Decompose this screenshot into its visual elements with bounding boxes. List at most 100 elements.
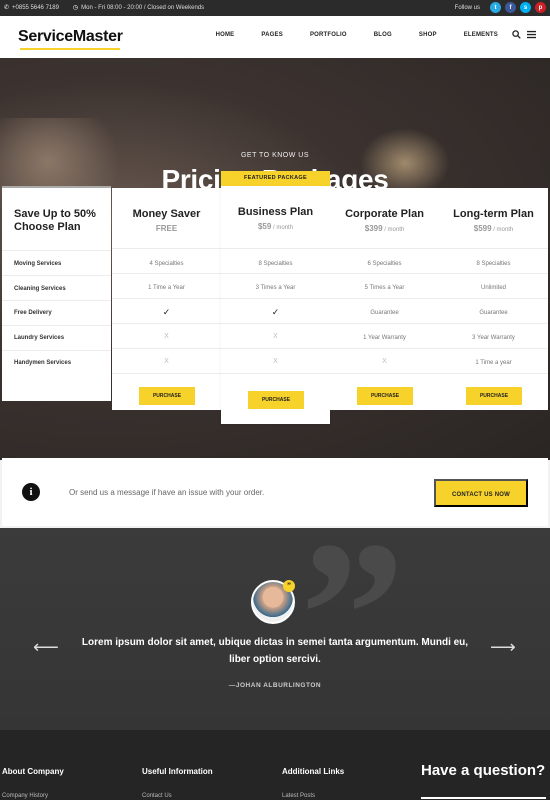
search-icon[interactable] (512, 30, 521, 41)
plan-cell: Guarantee (370, 310, 399, 316)
site-logo[interactable]: ServiceMaster (18, 28, 123, 46)
plan-column-business: Business Plan $59 / month 8 Specialties … (221, 186, 330, 424)
cross-icon: X (273, 333, 278, 340)
pricing-features-column: Save Up to 50% Choose Plan Moving Servic… (2, 186, 111, 401)
footer-link[interactable]: Contact Us (142, 793, 172, 799)
row-divider (2, 275, 111, 276)
footer-question-heading: Have a question? (421, 762, 546, 779)
price-value: $599 (473, 224, 492, 233)
plan-cell: 8 Specialties (476, 261, 511, 267)
plan-cell: 4 Specialties (149, 261, 184, 267)
facebook-icon[interactable]: f (505, 2, 516, 13)
testimonial-author: —JOHAN ALBURLINGTON (228, 682, 322, 689)
row-divider (221, 323, 330, 324)
plan-cell: 1 Time a year (475, 360, 512, 366)
plan-price: FREE (112, 224, 221, 233)
row-divider (112, 273, 221, 274)
price-value: $59 (257, 222, 272, 231)
plan-price: $599 / month (439, 224, 548, 233)
feature-label: Handymen Services (14, 360, 72, 366)
plan-cell: 3 Year Warranty (472, 335, 515, 341)
row-divider (330, 273, 439, 274)
clock-icon: ◷ (72, 5, 79, 11)
row-divider (112, 323, 221, 324)
feature-label: Laundry Services (14, 335, 65, 341)
footer-link[interactable]: Latest Posts (282, 793, 315, 799)
footer-link[interactable]: Company History (2, 793, 48, 799)
menu-item-pages[interactable]: PAGES (261, 32, 283, 38)
row-divider (221, 273, 330, 274)
row-divider (221, 373, 330, 374)
testimonial-section: ” ” ⟵ Lorem ipsum dolor sit amet, ubique… (0, 510, 550, 730)
menu-icon[interactable] (527, 30, 536, 41)
row-divider (112, 298, 221, 299)
row-divider (330, 373, 439, 374)
cross-icon: X (382, 358, 387, 365)
contact-message: Or send us a message if have an issue wi… (69, 488, 265, 497)
plan-cell: 1 Year Warranty (363, 335, 406, 341)
cross-icon: X (164, 358, 169, 365)
cross-icon: X (164, 333, 169, 340)
menu-item-home[interactable]: HOME (216, 32, 235, 38)
hours-text: Mon - Fri 08:00 - 20:00 / Closed on Week… (81, 4, 205, 11)
price-period: / month (491, 227, 514, 233)
purchase-button[interactable]: PURCHASE (466, 387, 522, 405)
row-divider (439, 348, 548, 349)
row-divider (439, 323, 548, 324)
plan-column-money-saver: Money Saver FREE 4 Specialties 1 Time a … (112, 188, 221, 410)
plan-cell: Guarantee (479, 310, 508, 316)
row-divider (2, 350, 111, 351)
plan-column-corporate: Corporate Plan $399 / month 6 Specialtie… (330, 188, 439, 410)
main-menu: HOME PAGES PORTFOLIO BLOG SHOP ELEMENTS (189, 32, 498, 38)
purchase-button[interactable]: PURCHASE (139, 387, 195, 405)
pinterest-icon[interactable]: p (535, 2, 546, 13)
phone-info: ✆ +0855 5646 7189 (4, 4, 59, 12)
plan-column-long-term: Long-term Plan $599 / month 8 Specialtie… (439, 188, 548, 410)
menu-item-shop[interactable]: SHOP (419, 32, 437, 38)
top-bar: ✆ +0855 5646 7189 ◷ Mon - Fri 08:00 - 20… (0, 0, 550, 16)
menu-item-blog[interactable]: BLOG (374, 32, 392, 38)
price-period: / month (271, 225, 294, 231)
plan-cell: 3 Times a Year (255, 285, 296, 291)
arrow-left-icon[interactable]: ⟵ (33, 638, 59, 656)
price-period: / month (382, 227, 405, 233)
menu-item-elements[interactable]: ELEMENTS (464, 32, 498, 38)
row-divider (2, 325, 111, 326)
twitter-icon[interactable]: t (490, 2, 501, 13)
phone-icon: ✆ (4, 5, 10, 11)
featured-package-badge: FEATURED PACKAGE (221, 171, 330, 185)
main-navigation: ServiceMaster HOME PAGES PORTFOLIO BLOG … (0, 16, 550, 58)
plan-cell: 6 Specialties (367, 261, 402, 267)
row-divider (2, 300, 111, 301)
plan-name: Corporate Plan (345, 208, 424, 220)
hours-info: ◷ Mon - Fri 08:00 - 20:00 / Closed on We… (72, 4, 205, 12)
skype-icon[interactable]: s (520, 2, 531, 13)
feature-label: Free Delivery (14, 310, 52, 316)
plan-price: $399 / month (330, 224, 439, 233)
row-divider (330, 248, 439, 249)
contact-us-button[interactable]: CONTACT US NOW (434, 479, 528, 507)
row-divider (2, 250, 111, 251)
price-value: $399 (364, 224, 383, 233)
info-icon: i (22, 483, 40, 501)
plan-name: Long-term Plan (453, 208, 534, 220)
row-divider (112, 348, 221, 349)
plan-name: Money Saver (132, 208, 201, 220)
purchase-button[interactable]: PURCHASE (248, 391, 304, 409)
feature-label: Cleaning Services (14, 286, 66, 292)
plan-name: Business Plan (237, 206, 314, 218)
footer-question-underline (421, 797, 546, 799)
plan-cell: Unlimited (480, 285, 506, 291)
row-divider (330, 323, 439, 324)
footer-heading: Additional Links (282, 767, 345, 776)
check-icon: ✓ (271, 307, 280, 317)
plan-cell: 1 Time a Year (148, 285, 185, 291)
cross-icon: X (273, 358, 278, 365)
testimonial-quote: Lorem ipsum dolor sit amet, ubique dicta… (81, 637, 469, 665)
arrow-right-icon[interactable]: ⟶ (490, 638, 516, 656)
feature-label: Moving Services (14, 261, 62, 267)
menu-item-portfolio[interactable]: PORTFOLIO (310, 32, 347, 38)
purchase-button[interactable]: PURCHASE (357, 387, 413, 405)
row-divider (330, 348, 439, 349)
row-divider (439, 298, 548, 299)
